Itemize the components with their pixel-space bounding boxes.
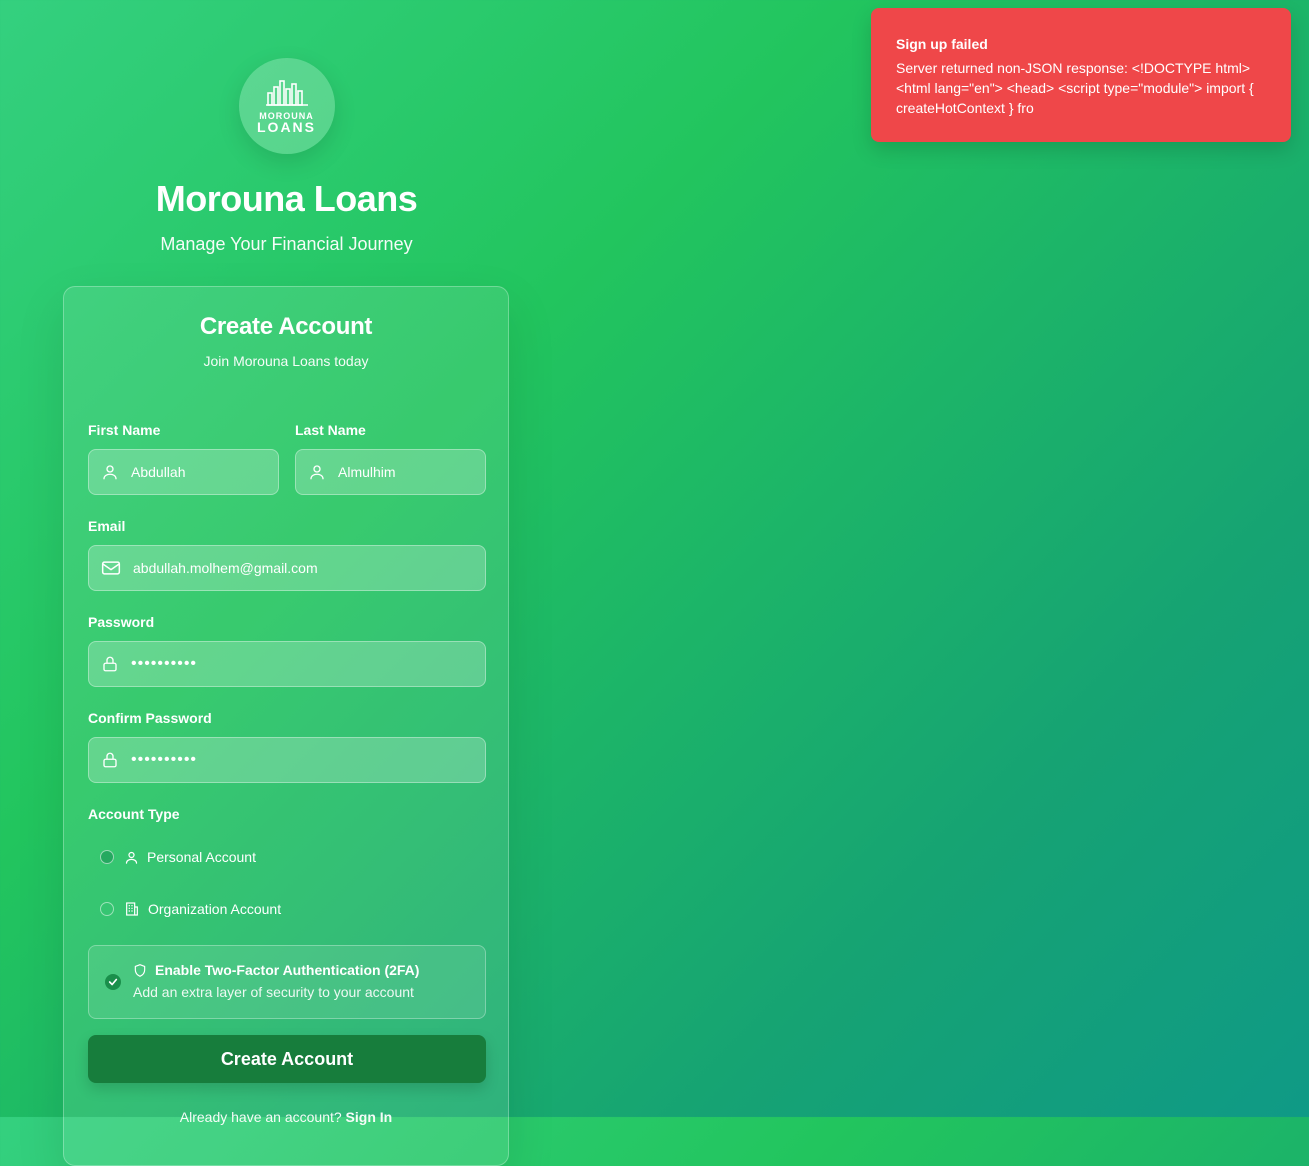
signin-link[interactable]: Sign In [346, 1109, 393, 1125]
brand-header: MOROUNA LOANS Morouna Loans Manage Your … [63, 58, 510, 255]
app-subtitle: Manage Your Financial Journey [160, 234, 413, 254]
signin-prompt-text: Already have an account? [179, 1109, 342, 1125]
toast-message: Server returned non-JSON response: <!DOC… [896, 60, 1254, 116]
user-icon [103, 465, 117, 480]
two-factor-description: Add an extra layer of security to your a… [133, 984, 414, 1000]
toast-title: Sign up failed [896, 36, 988, 52]
user-icon [125, 851, 138, 864]
user-icon [310, 465, 324, 480]
confirm-password-field[interactable]: •••••••••• [88, 737, 486, 783]
confirm-password-label: Confirm Password [88, 710, 212, 726]
error-toast: Sign up failed Server returned non-JSON … [871, 8, 1291, 142]
first-name-field[interactable]: Abdullah [88, 449, 279, 495]
mail-icon [101, 561, 121, 575]
radio-label: Organization Account [148, 901, 282, 917]
lock-icon [103, 656, 117, 672]
app-title: Morouna Loans [155, 178, 418, 219]
building-icon [126, 902, 138, 916]
radio-button[interactable] [100, 850, 114, 864]
last-name-field[interactable]: Almulhim [295, 449, 486, 495]
radio-label: Personal Account [147, 849, 256, 865]
checkbox[interactable] [105, 974, 121, 990]
create-account-button[interactable]: Create Account [88, 1035, 486, 1083]
signin-prompt: Already have an account? Sign In [64, 1109, 508, 1125]
bar-chart-icon [265, 80, 308, 106]
lock-icon [103, 752, 117, 768]
account-type-label: Account Type [88, 806, 180, 822]
password-label: Password [88, 614, 155, 630]
radio-organization-account[interactable]: Organization Account [88, 901, 281, 917]
email-label: Email [88, 518, 126, 534]
password-field[interactable]: •••••••••• [88, 641, 486, 687]
signup-card: Create Account Join Morouna Loans today … [63, 286, 509, 1166]
form-subtitle: Join Morouna Loans today [203, 353, 369, 369]
check-icon [108, 978, 118, 986]
password-value: •••••••••• [131, 655, 198, 672]
two-factor-title-text: Enable Two-Factor Authentication (2FA) [155, 962, 420, 978]
first-name-label: First Name [88, 422, 161, 438]
confirm-password-value: •••••••••• [131, 751, 198, 768]
email-field[interactable]: abdullah.molhem@gmail.com [88, 545, 486, 591]
last-name-value: Almulhim [338, 464, 396, 480]
two-factor-title: Enable Two-Factor Authentication (2FA) [133, 962, 419, 978]
radio-button[interactable] [100, 902, 114, 916]
first-name-value: Abdullah [131, 464, 186, 480]
last-name-label: Last Name [295, 422, 366, 438]
shield-icon [134, 963, 146, 977]
logo: MOROUNA LOANS [238, 58, 335, 154]
two-factor-option[interactable]: Enable Two-Factor Authentication (2FA) A… [88, 945, 486, 1019]
email-value: abdullah.molhem@gmail.com [133, 560, 318, 576]
logo-text-bottom: LOANS [257, 119, 316, 135]
form-title: Create Account [199, 313, 373, 340]
radio-personal-account[interactable]: Personal Account [88, 849, 256, 865]
